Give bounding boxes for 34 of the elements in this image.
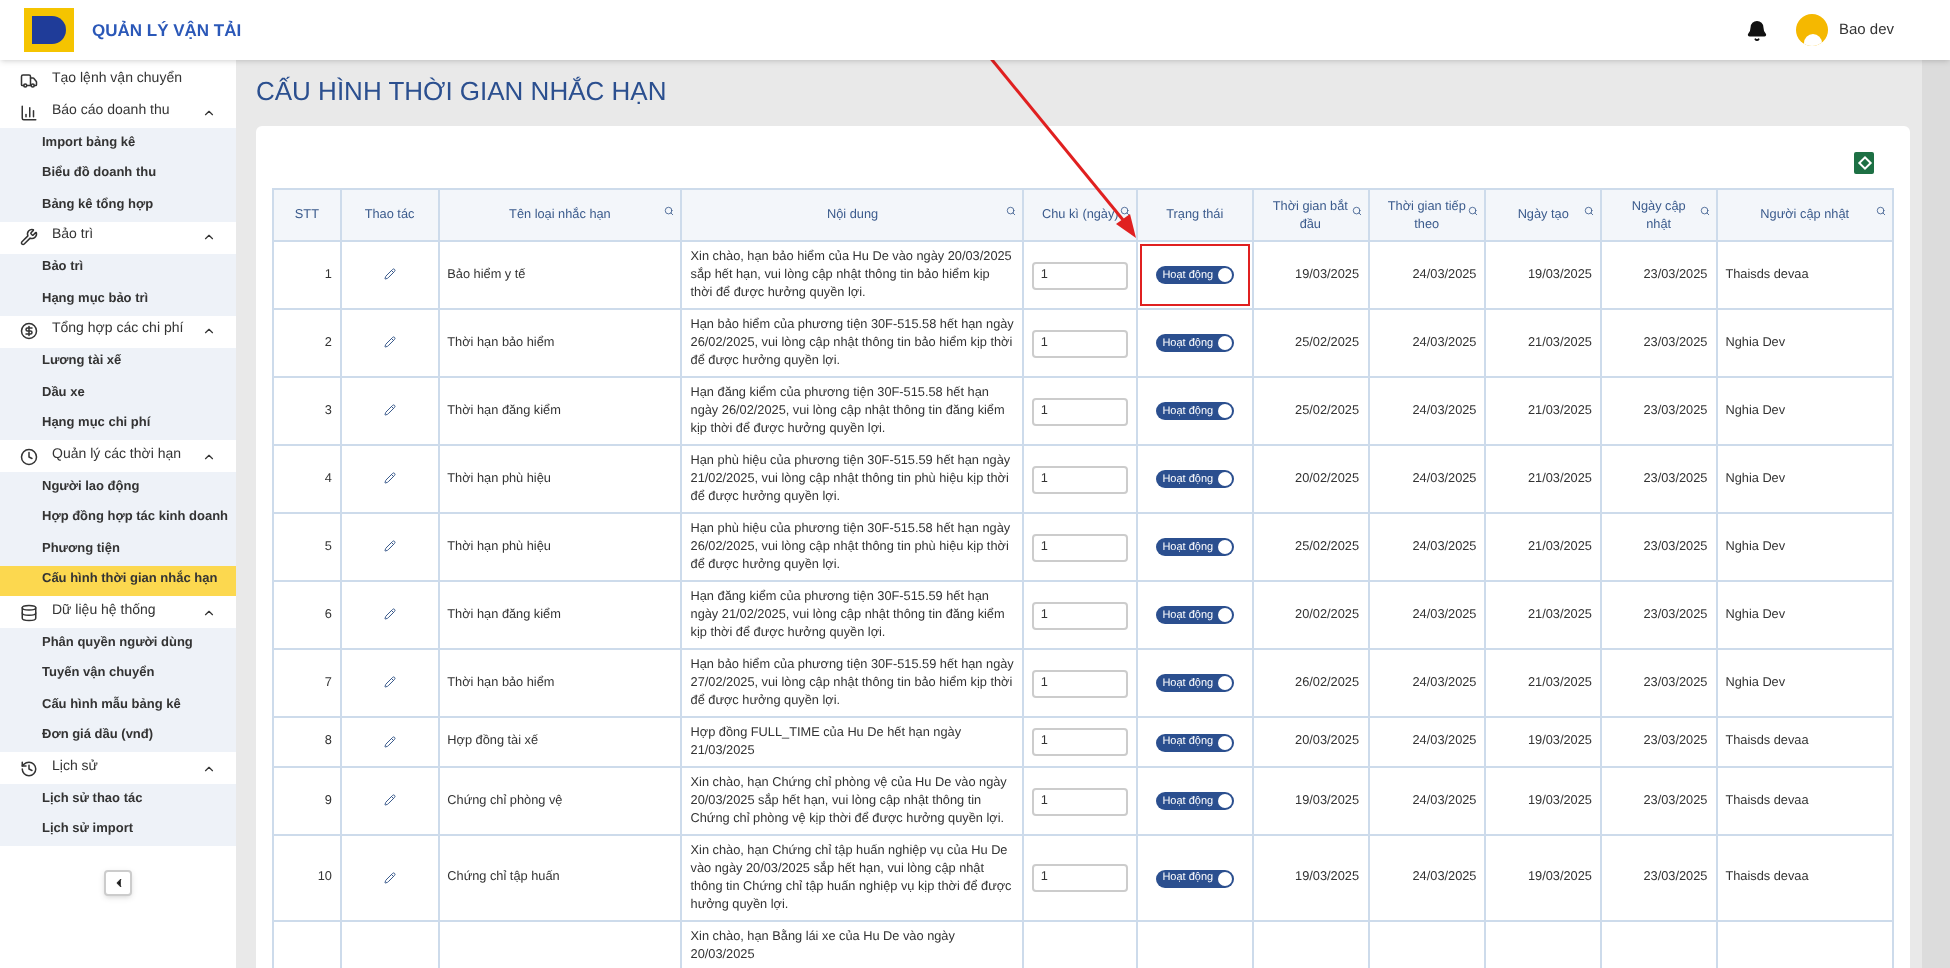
search-icon[interactable] [1468,206,1479,216]
wrench-icon [20,228,38,246]
scrollbar[interactable] [1922,60,1950,968]
edit-icon[interactable] [383,871,396,883]
edit-icon[interactable] [383,540,396,552]
page-title: CẤU HÌNH THỜI GIAN NHẮC HẠN [256,76,669,108]
edit-icon[interactable] [383,608,396,620]
search-icon[interactable] [1351,206,1362,216]
excel-icon[interactable] [1854,152,1874,174]
bell-icon[interactable] [1746,19,1769,41]
search-icon[interactable] [1119,206,1130,216]
app-title: QUẢN LÝ VẬN TẢI [92,17,242,43]
database-icon [20,603,38,621]
dollar-icon [20,322,38,340]
history-icon [20,759,38,777]
search-icon[interactable] [1876,206,1886,216]
edit-icon[interactable] [383,735,396,747]
search-icon[interactable] [1006,206,1017,216]
search-icon[interactable] [664,206,675,216]
edit-icon[interactable] [383,794,396,806]
edit-icon[interactable] [383,336,396,348]
company-logo [24,8,74,52]
search-icon[interactable] [1583,206,1594,216]
edit-icon[interactable] [383,472,396,484]
collapse-button[interactable] [104,870,132,896]
edit-icon[interactable] [383,404,396,416]
edit-icon[interactable] [383,676,396,688]
clock-icon [20,447,38,465]
caret-icon [111,876,125,890]
truck-icon [20,71,38,89]
bar-chart-icon [20,103,38,121]
edit-icon[interactable] [383,268,396,280]
search-icon[interactable] [1699,206,1710,216]
highlight-frame [1139,244,1250,306]
